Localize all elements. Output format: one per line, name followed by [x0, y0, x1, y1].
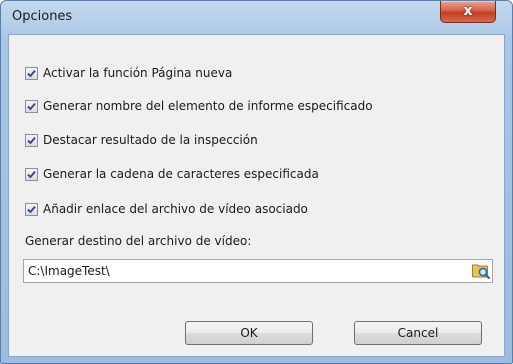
options-dialog: Opciones x Activar la función Página nue…	[0, 0, 513, 364]
close-button[interactable]: x	[440, 1, 496, 23]
checkbox-new-page[interactable]	[25, 66, 38, 80]
option-label: Generar nombre del elemento de informe e…	[43, 99, 373, 113]
option-label: Activar la función Página nueva	[43, 66, 233, 80]
video-destination-input[interactable]	[24, 260, 468, 282]
browse-button[interactable]	[471, 261, 491, 281]
option-label: Generar la cadena de caracteres especifi…	[43, 167, 319, 181]
window-title: Opciones	[12, 9, 73, 24]
checkmark-icon	[27, 102, 36, 110]
checkbox-highlight-result[interactable]	[25, 133, 38, 147]
option-row-new-page[interactable]: Activar la función Página nueva	[25, 65, 232, 81]
cancel-button[interactable]: Cancel	[354, 321, 482, 345]
option-label: Añadir enlace del archivo de vídeo asoci…	[43, 202, 308, 216]
dialog-body: Activar la función Página nueva Generar …	[8, 34, 505, 357]
option-row-report-item-name[interactable]: Generar nombre del elemento de informe e…	[25, 98, 373, 114]
checkmark-icon	[27, 205, 36, 213]
video-destination-label: Generar destino del archivo de vídeo:	[25, 234, 252, 248]
checkbox-report-item-name[interactable]	[25, 99, 38, 113]
checkmark-icon	[27, 136, 36, 144]
checkmark-icon	[27, 69, 36, 77]
option-row-character-string[interactable]: Generar la cadena de caracteres especifi…	[25, 166, 319, 182]
option-label: Destacar resultado de la inspección	[43, 133, 258, 147]
video-destination-field[interactable]	[23, 259, 493, 283]
option-row-video-link[interactable]: Añadir enlace del archivo de vídeo asoci…	[25, 201, 308, 217]
title-bar[interactable]: Opciones x	[1, 1, 512, 35]
checkmark-icon	[27, 170, 36, 178]
checkbox-character-string[interactable]	[25, 167, 38, 181]
checkbox-video-link[interactable]	[25, 202, 38, 216]
option-row-highlight-result[interactable]: Destacar resultado de la inspección	[25, 132, 258, 148]
folder-search-icon	[472, 264, 491, 280]
ok-button[interactable]: OK	[185, 321, 313, 345]
close-icon: x	[463, 3, 473, 19]
